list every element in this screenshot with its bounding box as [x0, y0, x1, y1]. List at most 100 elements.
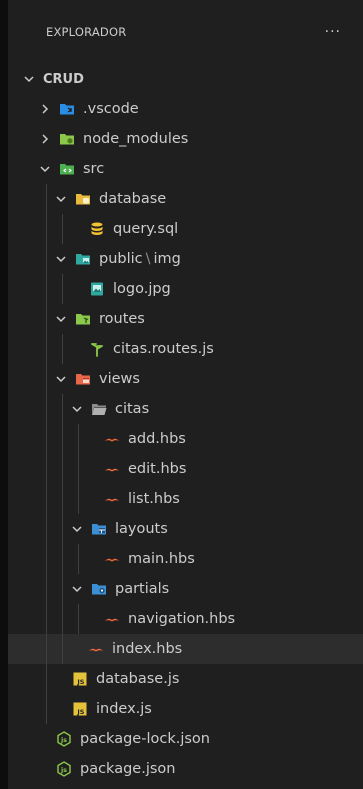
routes-folder-icon	[75, 311, 91, 327]
tree-item-layouts[interactable]: layouts	[8, 514, 363, 544]
indent-guide	[78, 544, 79, 574]
path-separator: \	[145, 251, 151, 267]
node-folder-icon	[59, 131, 75, 147]
chevron-right-icon	[38, 102, 52, 116]
tree-item-routes[interactable]: routes	[8, 304, 363, 334]
indent-guide	[62, 274, 63, 304]
indent-guide	[46, 304, 47, 334]
indent-guide	[46, 514, 47, 544]
public-folder-icon	[75, 251, 91, 267]
indent-guide	[46, 454, 47, 484]
indent-guide	[62, 604, 63, 634]
tree-item-database-folder[interactable]: database	[8, 184, 363, 214]
database-folder-icon	[75, 191, 91, 207]
handlebars-file-icon	[88, 641, 104, 657]
tree-item-package-lock-json[interactable]: js package-lock.json	[8, 724, 363, 754]
tree-item-src[interactable]: src	[8, 154, 363, 184]
node-package-icon: js	[56, 761, 72, 777]
tree-item-index-hbs[interactable]: index.hbs	[8, 634, 363, 664]
tree-item-label: views	[99, 371, 140, 387]
handlebars-file-icon	[104, 611, 120, 627]
indent-guide	[46, 574, 47, 604]
chevron-down-icon	[70, 582, 84, 596]
indent-guide	[46, 424, 47, 454]
tree-item-views[interactable]: views	[8, 364, 363, 394]
indent-guide	[62, 514, 63, 544]
tree-item-add-hbs[interactable]: add.hbs	[8, 424, 363, 454]
tree-item-label: node_modules	[83, 131, 189, 147]
chevron-right-icon	[38, 132, 52, 146]
tree-item-partials[interactable]: partials	[8, 574, 363, 604]
indent-guide	[78, 604, 79, 634]
chevron-down-icon	[54, 192, 68, 206]
file-tree: CRUD .vscode node_modules src database q…	[8, 64, 363, 784]
tree-item-database-js[interactable]: JS database.js	[8, 664, 363, 694]
tree-root-label: CRUD	[43, 71, 84, 87]
more-actions-icon[interactable]: ···	[325, 24, 341, 40]
indent-guide	[78, 454, 79, 484]
indent-guide	[62, 334, 63, 364]
tree-item-list-hbs[interactable]: list.hbs	[8, 484, 363, 514]
indent-guide	[62, 544, 63, 574]
tree-item-edit-hbs[interactable]: edit.hbs	[8, 454, 363, 484]
routes-file-icon	[89, 341, 105, 357]
layouts-folder-icon	[91, 521, 107, 537]
svg-text:JS: JS	[76, 678, 84, 686]
tree-item-label: img	[153, 251, 181, 267]
tree-item-package-json[interactable]: js package.json	[8, 754, 363, 784]
indent-guide	[46, 274, 47, 304]
chevron-down-icon	[70, 522, 84, 536]
views-folder-icon	[75, 371, 91, 387]
tree-item-label: navigation.hbs	[128, 611, 236, 627]
indent-guide	[46, 214, 47, 244]
tree-item-label: index.hbs	[112, 641, 183, 657]
tree-item-label: list.hbs	[128, 491, 180, 507]
chevron-down-icon	[22, 72, 36, 86]
tree-item-main-hbs[interactable]: main.hbs	[8, 544, 363, 574]
tree-item-navigation-hbs[interactable]: navigation.hbs	[8, 604, 363, 634]
indent-guide	[78, 424, 79, 454]
handlebars-file-icon	[104, 551, 120, 567]
tree-item-label: package.json	[80, 761, 176, 777]
tree-item-label: main.hbs	[128, 551, 195, 567]
tree-item-label: query.sql	[113, 221, 179, 237]
node-package-icon: js	[56, 731, 72, 747]
folder-open-icon	[91, 401, 107, 417]
tree-item-citas-routes-js[interactable]: citas.routes.js	[8, 334, 363, 364]
indent-guide	[62, 214, 63, 244]
indent-guide	[78, 484, 79, 514]
svg-text:js: js	[60, 766, 67, 774]
indent-guide	[46, 664, 47, 694]
tree-item-logo-jpg[interactable]: logo.jpg	[8, 274, 363, 304]
indent-guide	[46, 484, 47, 514]
tree-item-label: src	[83, 161, 105, 177]
chevron-down-icon	[38, 162, 52, 176]
vscode-folder-icon	[59, 101, 75, 117]
tree-item-label: layouts	[115, 521, 168, 537]
tree-item-public-img[interactable]: public \ img	[8, 244, 363, 274]
tree-item-label: database	[99, 191, 167, 207]
tree-item-vscode[interactable]: .vscode	[8, 94, 363, 124]
handlebars-file-icon	[104, 431, 120, 447]
tree-item-node-modules[interactable]: node_modules	[8, 124, 363, 154]
javascript-file-icon: JS	[72, 701, 88, 717]
tree-root-crud[interactable]: CRUD	[8, 64, 363, 94]
tree-item-index-js[interactable]: JS index.js	[8, 694, 363, 724]
chevron-down-icon	[70, 402, 84, 416]
chevron-down-icon	[54, 372, 68, 386]
svg-text:JS: JS	[76, 708, 84, 716]
javascript-file-icon: JS	[72, 671, 88, 687]
indent-guide	[46, 634, 47, 664]
indent-guide	[62, 574, 63, 604]
tree-item-label: database.js	[96, 671, 180, 687]
tree-item-query-sql[interactable]: query.sql	[8, 214, 363, 244]
tree-item-label: public	[99, 251, 143, 267]
indent-guide	[46, 184, 47, 214]
tree-item-citas-folder[interactable]: citas	[8, 394, 363, 424]
image-file-icon	[89, 281, 105, 297]
indent-guide	[62, 484, 63, 514]
handlebars-file-icon	[104, 461, 120, 477]
indent-guide	[46, 364, 47, 394]
indent-guide	[46, 694, 47, 724]
sql-file-icon	[89, 221, 105, 237]
